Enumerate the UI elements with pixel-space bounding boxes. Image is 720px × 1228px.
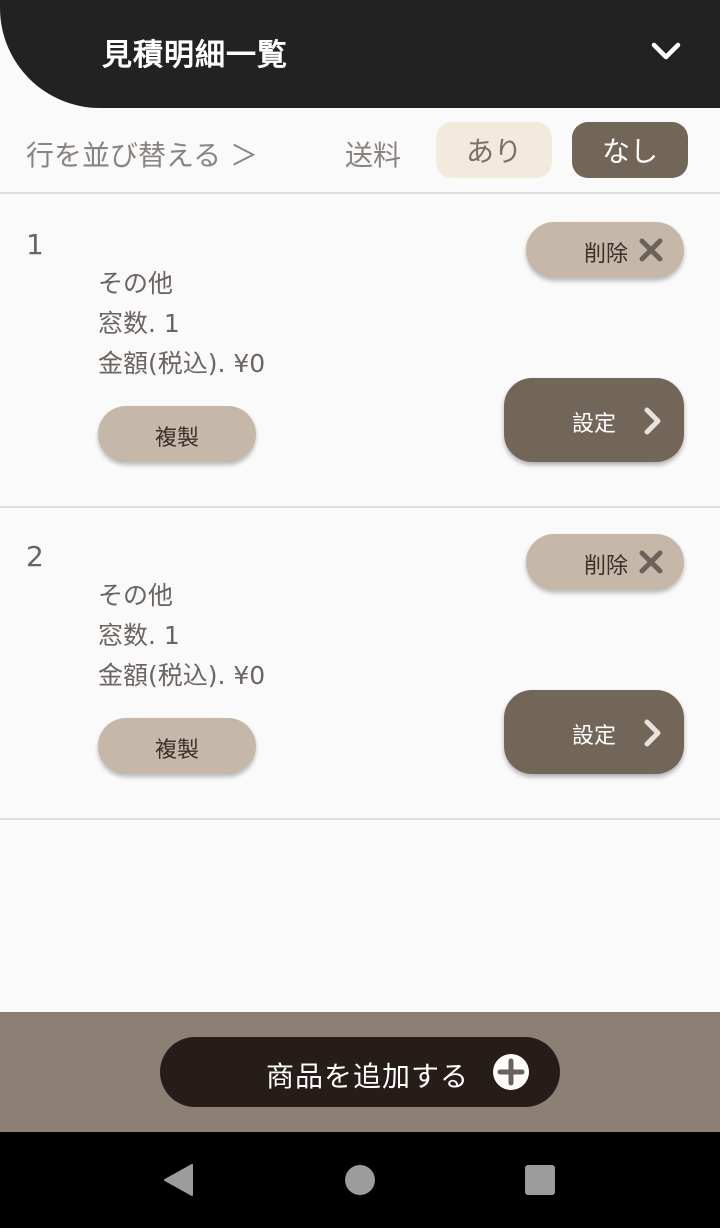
plus-circle-icon: [492, 1053, 530, 1091]
delete-button[interactable]: 削除: [526, 534, 684, 590]
back-icon[interactable]: [162, 1164, 194, 1196]
chevron-right-icon: [642, 406, 664, 436]
page-title: 見積明細一覧: [102, 38, 288, 73]
list-item: 1 その他 窓数. 1 金額(税込). ¥0 削除 複製 設定: [0, 194, 720, 508]
close-icon: [638, 237, 664, 263]
item-name: その他: [98, 269, 174, 298]
item-windows: 窓数. 1: [98, 621, 180, 650]
chevron-right-icon: [642, 718, 664, 748]
recent-apps-icon[interactable]: [525, 1165, 555, 1195]
footer: 商品を追加する: [0, 1012, 720, 1132]
item-amount: 金額(税込). ¥0: [98, 661, 266, 690]
shipping-label: 送料: [345, 139, 402, 172]
header-bar: 見積明細一覧: [0, 0, 720, 108]
item-windows: 窓数. 1: [98, 309, 180, 338]
home-icon[interactable]: [345, 1165, 375, 1195]
delete-label: 削除: [584, 242, 629, 267]
add-product-label: 商品を追加する: [266, 1060, 470, 1093]
settings-label: 設定: [572, 724, 617, 749]
list-item: 2 その他 窓数. 1 金額(税込). ¥0 削除 複製 設定: [0, 506, 720, 820]
item-index: 1: [26, 228, 44, 261]
add-product-button[interactable]: 商品を追加する: [160, 1037, 560, 1107]
duplicate-label: 複製: [154, 426, 199, 451]
shipping-no-button[interactable]: なし: [572, 122, 688, 178]
item-amount: 金額(税込). ¥0: [98, 349, 266, 378]
settings-button[interactable]: 設定: [504, 378, 684, 462]
item-name: その他: [98, 581, 174, 610]
close-icon: [638, 549, 664, 575]
duplicate-button[interactable]: 複製: [98, 406, 256, 462]
chevron-down-icon[interactable]: [648, 36, 684, 68]
settings-button[interactable]: 設定: [504, 690, 684, 774]
toolbar: 行を並び替える ＞ 送料 あり なし: [0, 108, 720, 194]
duplicate-button[interactable]: 複製: [98, 718, 256, 774]
settings-label: 設定: [572, 412, 617, 437]
delete-label: 削除: [584, 554, 629, 579]
reorder-rows-link[interactable]: 行を並び替える ＞: [26, 134, 258, 174]
header: 見積明細一覧: [0, 0, 720, 108]
system-nav-bar: [0, 1132, 720, 1228]
item-index: 2: [26, 540, 44, 573]
delete-button[interactable]: 削除: [526, 222, 684, 278]
shipping-yes-button[interactable]: あり: [436, 122, 552, 178]
duplicate-label: 複製: [154, 738, 199, 763]
